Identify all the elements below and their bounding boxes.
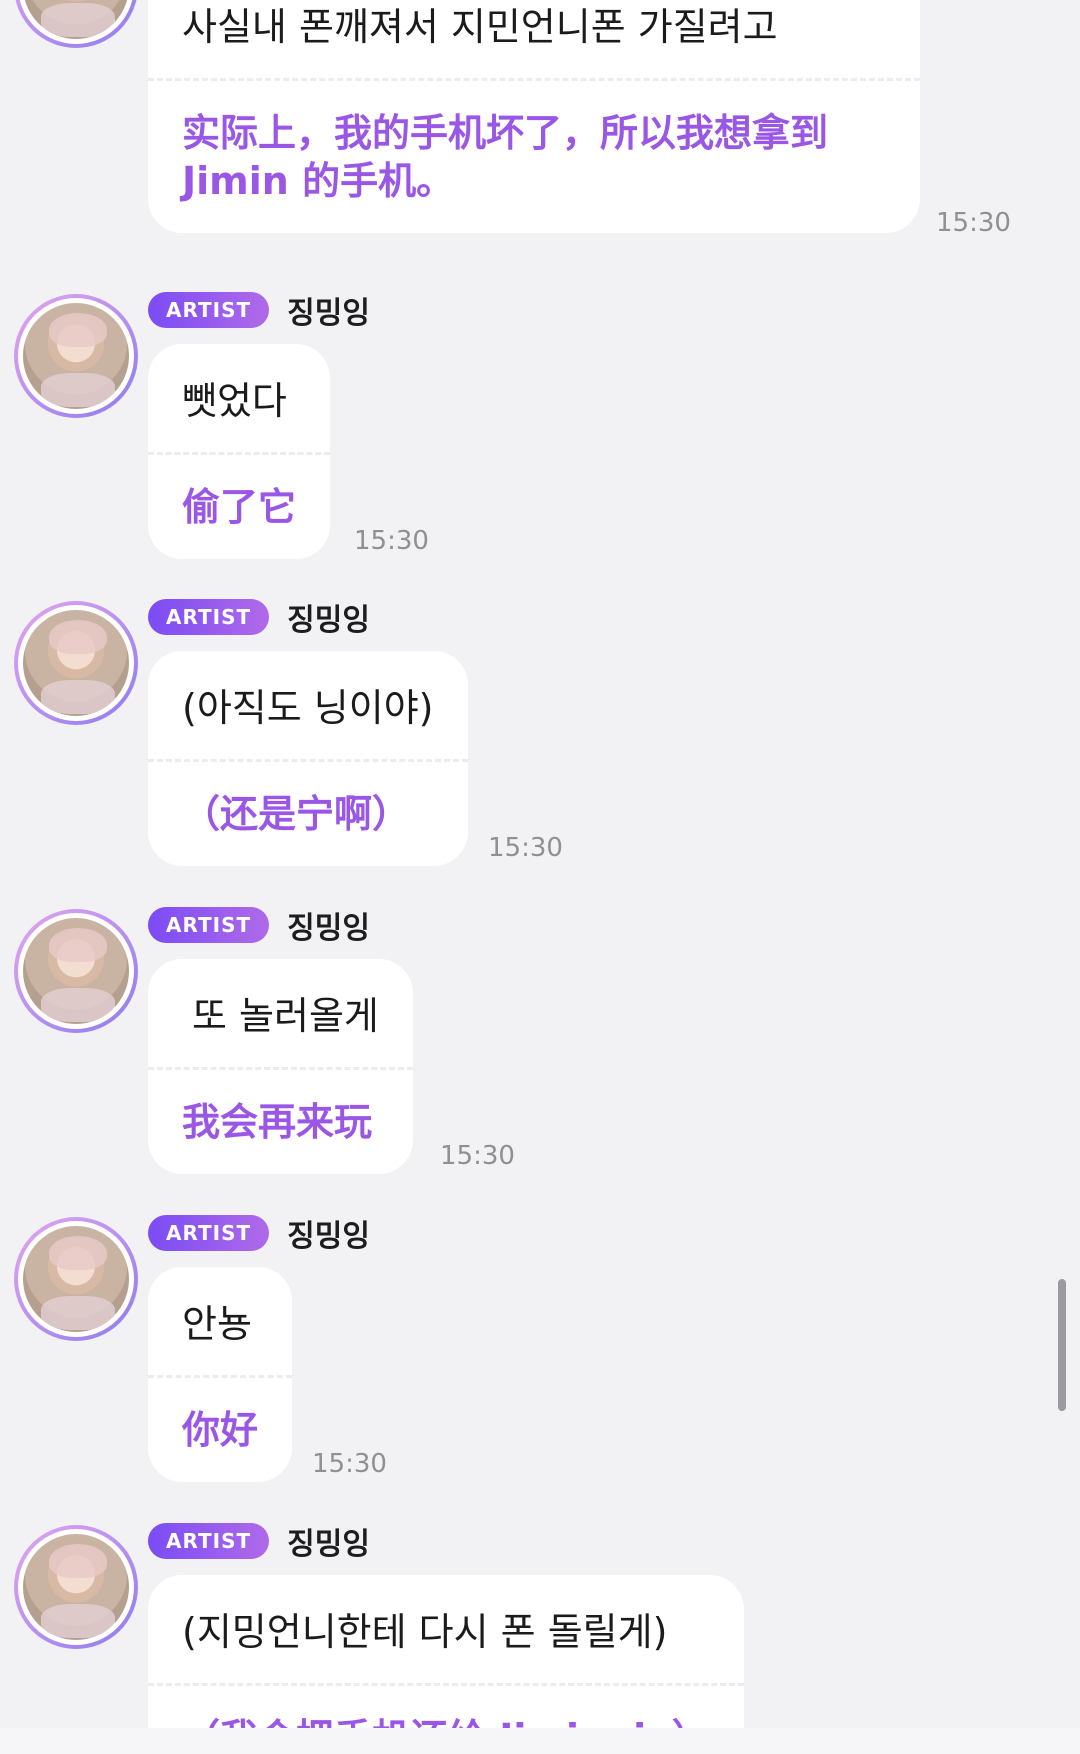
- bottom-edge: [0, 1728, 1080, 1754]
- artist-badge: ARTIST: [148, 907, 270, 943]
- artist-badge: ARTIST: [148, 1215, 270, 1251]
- avatar[interactable]: [14, 1217, 138, 1341]
- avatar[interactable]: [14, 601, 138, 725]
- timestamp: 15:30: [354, 526, 429, 556]
- avatar[interactable]: [14, 909, 138, 1033]
- artist-badge: ARTIST: [148, 1523, 270, 1559]
- sender-meta: ARTIST 징밍잉: [148, 1519, 370, 1563]
- sender-meta: ARTIST 징밍잉: [148, 288, 370, 332]
- sender-name[interactable]: 징밍잉: [287, 595, 370, 639]
- translation-text: （还是宁啊）: [182, 792, 411, 836]
- sender-name[interactable]: 징밍잉: [287, 903, 370, 947]
- avatar[interactable]: [14, 1525, 138, 1649]
- avatar[interactable]: [14, 294, 138, 418]
- sender-name[interactable]: 징밍잉: [287, 1519, 370, 1563]
- sender-meta: ARTIST 징밍잉: [148, 595, 370, 639]
- sender-name[interactable]: 징밍잉: [287, 1211, 370, 1255]
- message-text: (지밍언니한테 다시 폰 돌릴게): [182, 1610, 668, 1654]
- sender-meta: ARTIST 징밍잉: [148, 1211, 370, 1255]
- timestamp: 15:30: [312, 1449, 387, 1479]
- message-text: 또 놀러올게: [192, 994, 379, 1038]
- message-text: 사실내 폰깨져서 지민언니폰 가질려고: [182, 5, 778, 49]
- translation-text: 你好: [182, 1408, 259, 1452]
- scrollbar[interactable]: [1058, 1279, 1066, 1411]
- message-bubble[interactable]: (지밍언니한테 다시 폰 돌릴게) （我会把手机还给 Jiminnie）: [148, 1575, 744, 1728]
- translation-text: 偷了它: [182, 485, 297, 529]
- message-bubble[interactable]: (아직도 닝이야) （还是宁啊）: [148, 651, 468, 866]
- sender-name[interactable]: 징밍잉: [287, 288, 370, 332]
- avatar[interactable]: [14, 0, 138, 48]
- sender-meta: ARTIST 징밍잉: [148, 903, 370, 947]
- chat-feed[interactable]: 사실내 폰깨져서 지민언니폰 가질려고 实际上，我的手机坏了，所以我想拿到 Ji…: [0, 0, 1080, 1728]
- message-text: (아직도 닝이야): [182, 686, 434, 730]
- timestamp: 15:30: [440, 1141, 515, 1171]
- message-bubble[interactable]: 사실내 폰깨져서 지민언니폰 가질려고 实际上，我的手机坏了，所以我想拿到 Ji…: [148, 0, 920, 233]
- translation-text: 我会再来玩: [182, 1100, 373, 1144]
- message-text: 뺏었다: [182, 379, 287, 423]
- translation-text: （我会把手机还给 Jiminnie）: [182, 1686, 710, 1728]
- artist-badge: ARTIST: [148, 599, 270, 635]
- artist-badge: ARTIST: [148, 292, 270, 328]
- timestamp: 15:30: [488, 833, 563, 863]
- timestamp: 15:30: [936, 208, 1011, 238]
- message-bubble[interactable]: 뺏었다 偷了它: [148, 344, 331, 559]
- message-bubble[interactable]: 안뇽 你好: [148, 1267, 293, 1482]
- message-text: 안뇽: [182, 1302, 252, 1346]
- message-bubble[interactable]: 또 놀러올게 我会再来玩: [148, 959, 413, 1174]
- translation-text: 实际上，我的手机坏了，所以我想拿到 Jimin 的手机。: [182, 111, 829, 203]
